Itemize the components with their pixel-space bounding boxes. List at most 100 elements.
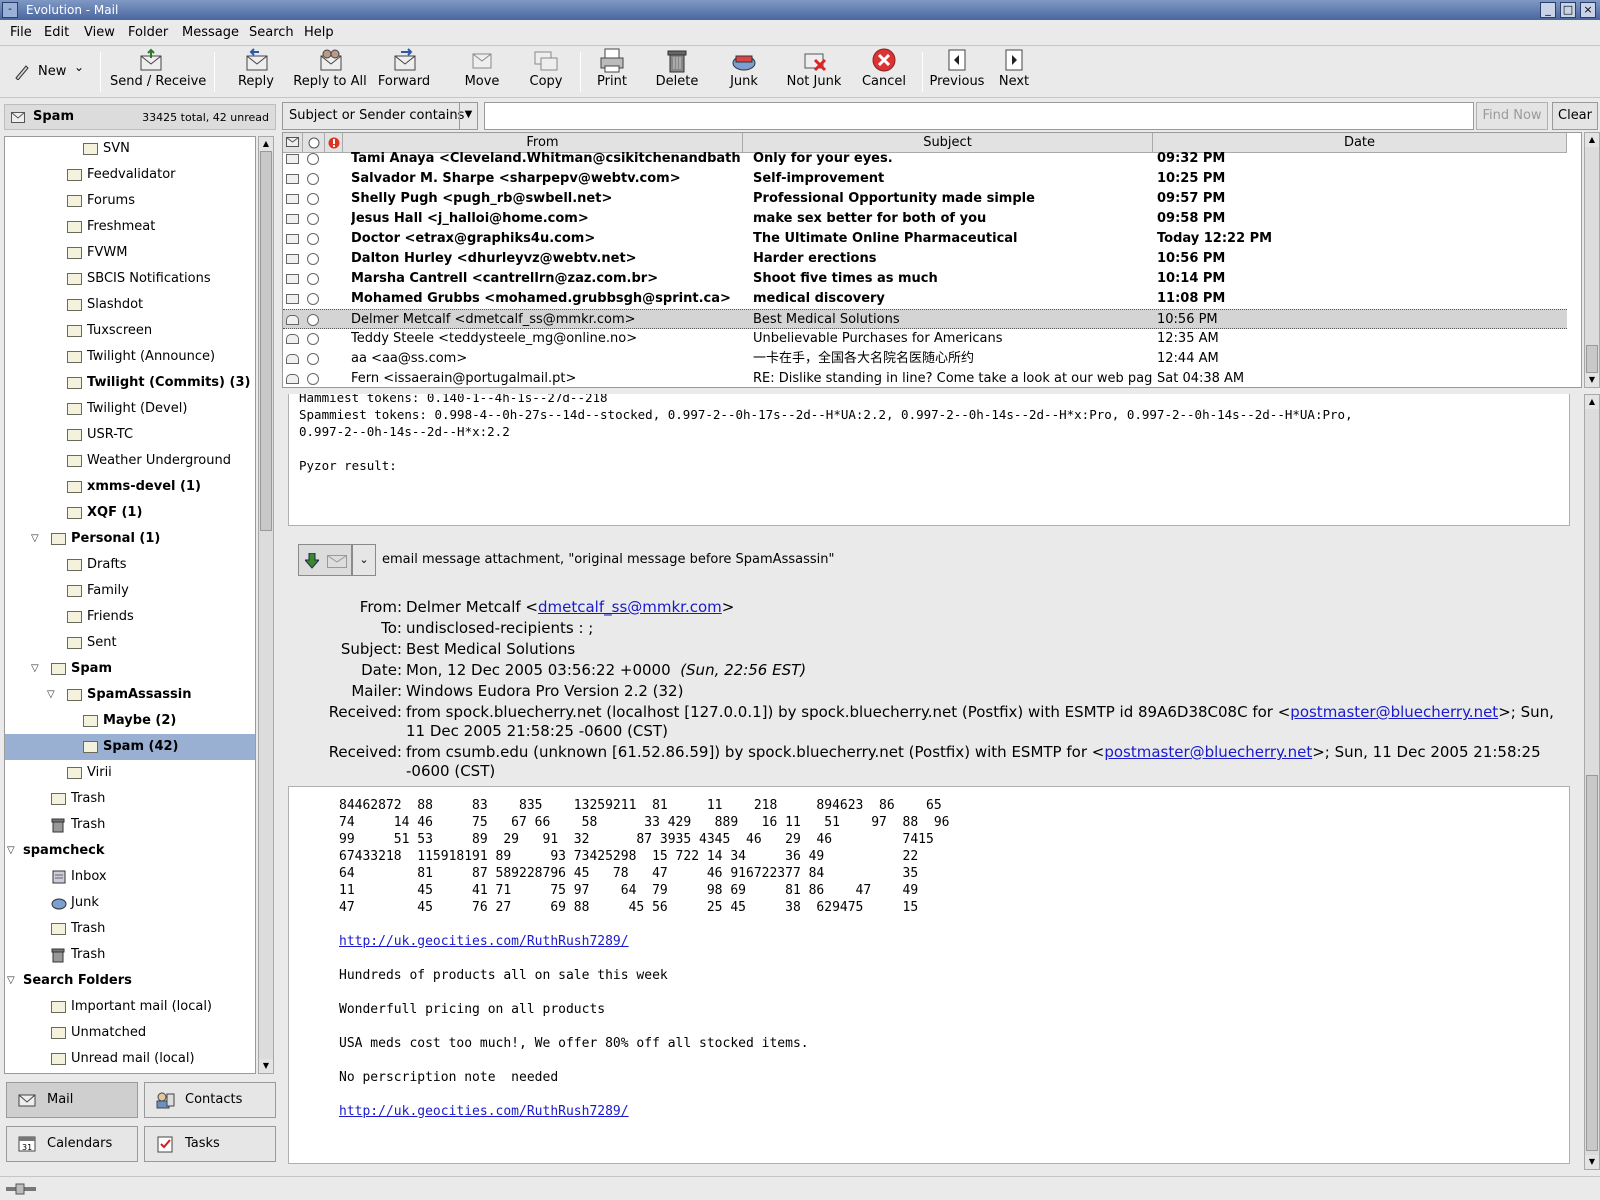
next-button[interactable]: Next bbox=[988, 48, 1040, 96]
scroll-up-icon[interactable]: ▲ bbox=[1585, 395, 1599, 409]
folder-item-weather-underground[interactable]: Weather Underground bbox=[5, 448, 255, 474]
folder-item-search-folders[interactable]: ▽ Search Folders bbox=[5, 968, 255, 994]
message-row[interactable]: Marsha Cantrell <cantrellrn@zaz.com.br> S… bbox=[283, 269, 1567, 289]
expander-triangle-icon[interactable]: ▽ bbox=[7, 838, 15, 864]
folder-item-forums[interactable]: Forums bbox=[5, 188, 255, 214]
message-list[interactable]: From Subject Date Tami Anaya <Cleveland.… bbox=[282, 132, 1582, 388]
envelope-icon[interactable] bbox=[286, 274, 299, 284]
attachment-status-icon[interactable] bbox=[307, 373, 319, 385]
folder-item-xqf-1[interactable]: XQF (1) bbox=[5, 500, 255, 526]
not-junk-button[interactable]: Not Junk bbox=[776, 48, 852, 96]
message-row[interactable]: Tami Anaya <Cleveland.Whitman@csikitchen… bbox=[283, 149, 1567, 169]
delete-button[interactable]: Delete bbox=[644, 48, 710, 96]
body-link[interactable]: http://uk.geocities.com/RuthRush7289/ bbox=[339, 934, 629, 949]
close-window-button[interactable]: × bbox=[1580, 2, 1596, 18]
envelope-icon[interactable] bbox=[286, 315, 299, 325]
message-row[interactable]: Shelly Pugh <pugh_rb@swbell.net> Professi… bbox=[283, 189, 1567, 209]
menu-folder[interactable]: Folder bbox=[128, 25, 168, 40]
folder-item-unmatched[interactable]: Unmatched bbox=[5, 1020, 255, 1046]
scroll-thumb[interactable] bbox=[1586, 345, 1598, 373]
folder-item-drafts[interactable]: Drafts bbox=[5, 552, 255, 578]
chevron-down-icon[interactable]: ⌄ bbox=[352, 544, 376, 576]
folder-item-virii[interactable]: Virii bbox=[5, 760, 255, 786]
attachment-status-icon[interactable] bbox=[307, 153, 319, 165]
folder-item-personal-1[interactable]: ▽ Personal (1) bbox=[5, 526, 255, 552]
folder-item-trash[interactable]: Trash bbox=[5, 786, 255, 812]
folder-item-important-mail-local[interactable]: Important mail (local) bbox=[5, 994, 255, 1020]
attachment-status-icon[interactable] bbox=[307, 293, 319, 305]
menu-file[interactable]: File bbox=[10, 25, 32, 40]
preview-scrollbar[interactable]: ▲ ▼ bbox=[1584, 394, 1600, 1170]
clear-button[interactable]: Clear bbox=[1552, 102, 1598, 130]
envelope-icon[interactable] bbox=[286, 154, 299, 164]
chevron-down-icon[interactable]: ▼ bbox=[459, 103, 477, 129]
switcher-tasks[interactable]: Tasks bbox=[144, 1126, 276, 1162]
cancel-button[interactable]: Cancel bbox=[858, 48, 910, 96]
scroll-thumb[interactable] bbox=[260, 151, 272, 531]
folder-item-spam-42[interactable]: Spam (42) bbox=[5, 734, 255, 760]
attachment-status-icon[interactable] bbox=[307, 353, 319, 365]
message-row[interactable]: Salvador M. Sharpe <sharpepv@webtv.com> S… bbox=[283, 169, 1567, 189]
message-row[interactable]: Teddy Steele <teddysteele_mg@online.no> U… bbox=[283, 329, 1567, 349]
scroll-thumb[interactable] bbox=[1586, 775, 1598, 1151]
body-link[interactable]: http://uk.geocities.com/RuthRush7289/ bbox=[339, 1104, 629, 1119]
find-now-button[interactable]: Find Now bbox=[1476, 102, 1548, 130]
menu-search[interactable]: Search bbox=[249, 25, 294, 40]
attachment-save-button[interactable] bbox=[298, 544, 352, 576]
folder-item-twilight-devel[interactable]: Twilight (Devel) bbox=[5, 396, 255, 422]
folder-item-xmms-devel-1[interactable]: xmms-devel (1) bbox=[5, 474, 255, 500]
maximize-button[interactable]: □ bbox=[1560, 2, 1576, 18]
folder-item-junk[interactable]: Junk bbox=[5, 890, 255, 916]
folder-item-spam[interactable]: ▽ Spam bbox=[5, 656, 255, 682]
folder-item-inbox[interactable]: Inbox bbox=[5, 864, 255, 890]
envelope-icon[interactable] bbox=[286, 214, 299, 224]
envelope-icon[interactable] bbox=[286, 374, 299, 384]
folder-item-sent[interactable]: Sent bbox=[5, 630, 255, 656]
folder-tree-scrollbar[interactable]: ▲ ▼ bbox=[258, 136, 274, 1074]
new-button[interactable]: New ⌄ bbox=[6, 56, 90, 86]
postmaster-email-link[interactable]: postmaster@bluecherry.net bbox=[1104, 743, 1312, 761]
folder-item-trash[interactable]: Trash bbox=[5, 812, 255, 838]
expander-triangle-icon[interactable]: ▽ bbox=[7, 968, 15, 994]
search-filter-select[interactable]: Subject or Sender contains ▼ bbox=[282, 102, 478, 130]
postmaster-email-link[interactable]: postmaster@bluecherry.net bbox=[1290, 703, 1498, 721]
chevron-down-icon[interactable]: ⌄ bbox=[74, 60, 84, 74]
attachment-status-icon[interactable] bbox=[307, 173, 319, 185]
sender-email-link[interactable]: dmetcalf_ss@mmkr.com bbox=[538, 598, 722, 616]
search-input[interactable] bbox=[484, 102, 1474, 130]
folder-item-sbcis-notifications[interactable]: SBCIS Notifications bbox=[5, 266, 255, 292]
move-button[interactable]: Move bbox=[454, 48, 510, 96]
expander-triangle-icon[interactable]: ▽ bbox=[31, 526, 39, 552]
folder-item-maybe-2[interactable]: Maybe (2) bbox=[5, 708, 255, 734]
folder-item-spamassassin[interactable]: ▽ SpamAssassin bbox=[5, 682, 255, 708]
folder-item-usr-tc[interactable]: USR-TC bbox=[5, 422, 255, 448]
message-row[interactable]: Doctor <etrax@graphiks4u.com> The Ultimat… bbox=[283, 229, 1567, 249]
attachment-status-icon[interactable] bbox=[307, 213, 319, 225]
copy-button[interactable]: Copy bbox=[518, 48, 574, 96]
switcher-mail[interactable]: Mail bbox=[6, 1082, 138, 1118]
envelope-icon[interactable] bbox=[286, 174, 299, 184]
message-row[interactable]: aa <aa@ss.com> 一卡在手，全国各大名院名医随心所约 12:44 AM bbox=[283, 349, 1567, 369]
folder-item-tuxscreen[interactable]: Tuxscreen bbox=[5, 318, 255, 344]
envelope-icon[interactable] bbox=[286, 294, 299, 304]
envelope-icon[interactable] bbox=[286, 194, 299, 204]
menu-help[interactable]: Help bbox=[304, 25, 334, 40]
switcher-contacts[interactable]: Contacts bbox=[144, 1082, 276, 1118]
window-menu-button[interactable]: - bbox=[2, 2, 18, 18]
folder-item-spamcheck[interactable]: ▽ spamcheck bbox=[5, 838, 255, 864]
reply-button[interactable]: Reply bbox=[232, 48, 280, 96]
attachment-status-icon[interactable] bbox=[307, 314, 319, 326]
folder-item-fvwm[interactable]: FVWM bbox=[5, 240, 255, 266]
folder-item-slashdot[interactable]: Slashdot bbox=[5, 292, 255, 318]
message-list-scrollbar[interactable]: ▲ ▼ bbox=[1584, 132, 1600, 388]
attachment-status-icon[interactable] bbox=[307, 253, 319, 265]
attachment-status-icon[interactable] bbox=[307, 233, 319, 245]
envelope-icon[interactable] bbox=[286, 254, 299, 264]
menu-edit[interactable]: Edit bbox=[44, 25, 69, 40]
folder-item-trash[interactable]: Trash bbox=[5, 916, 255, 942]
online-status-icon[interactable] bbox=[6, 1183, 36, 1195]
message-row[interactable]: Delmer Metcalf <dmetcalf_ss@mmkr.com> Bes… bbox=[283, 309, 1567, 329]
folder-tree[interactable]: SVN Feedvalidator Forums Freshmeat FVWM SBCIS… bbox=[4, 136, 256, 1074]
folder-item-family[interactable]: Family bbox=[5, 578, 255, 604]
envelope-icon[interactable] bbox=[286, 234, 299, 244]
